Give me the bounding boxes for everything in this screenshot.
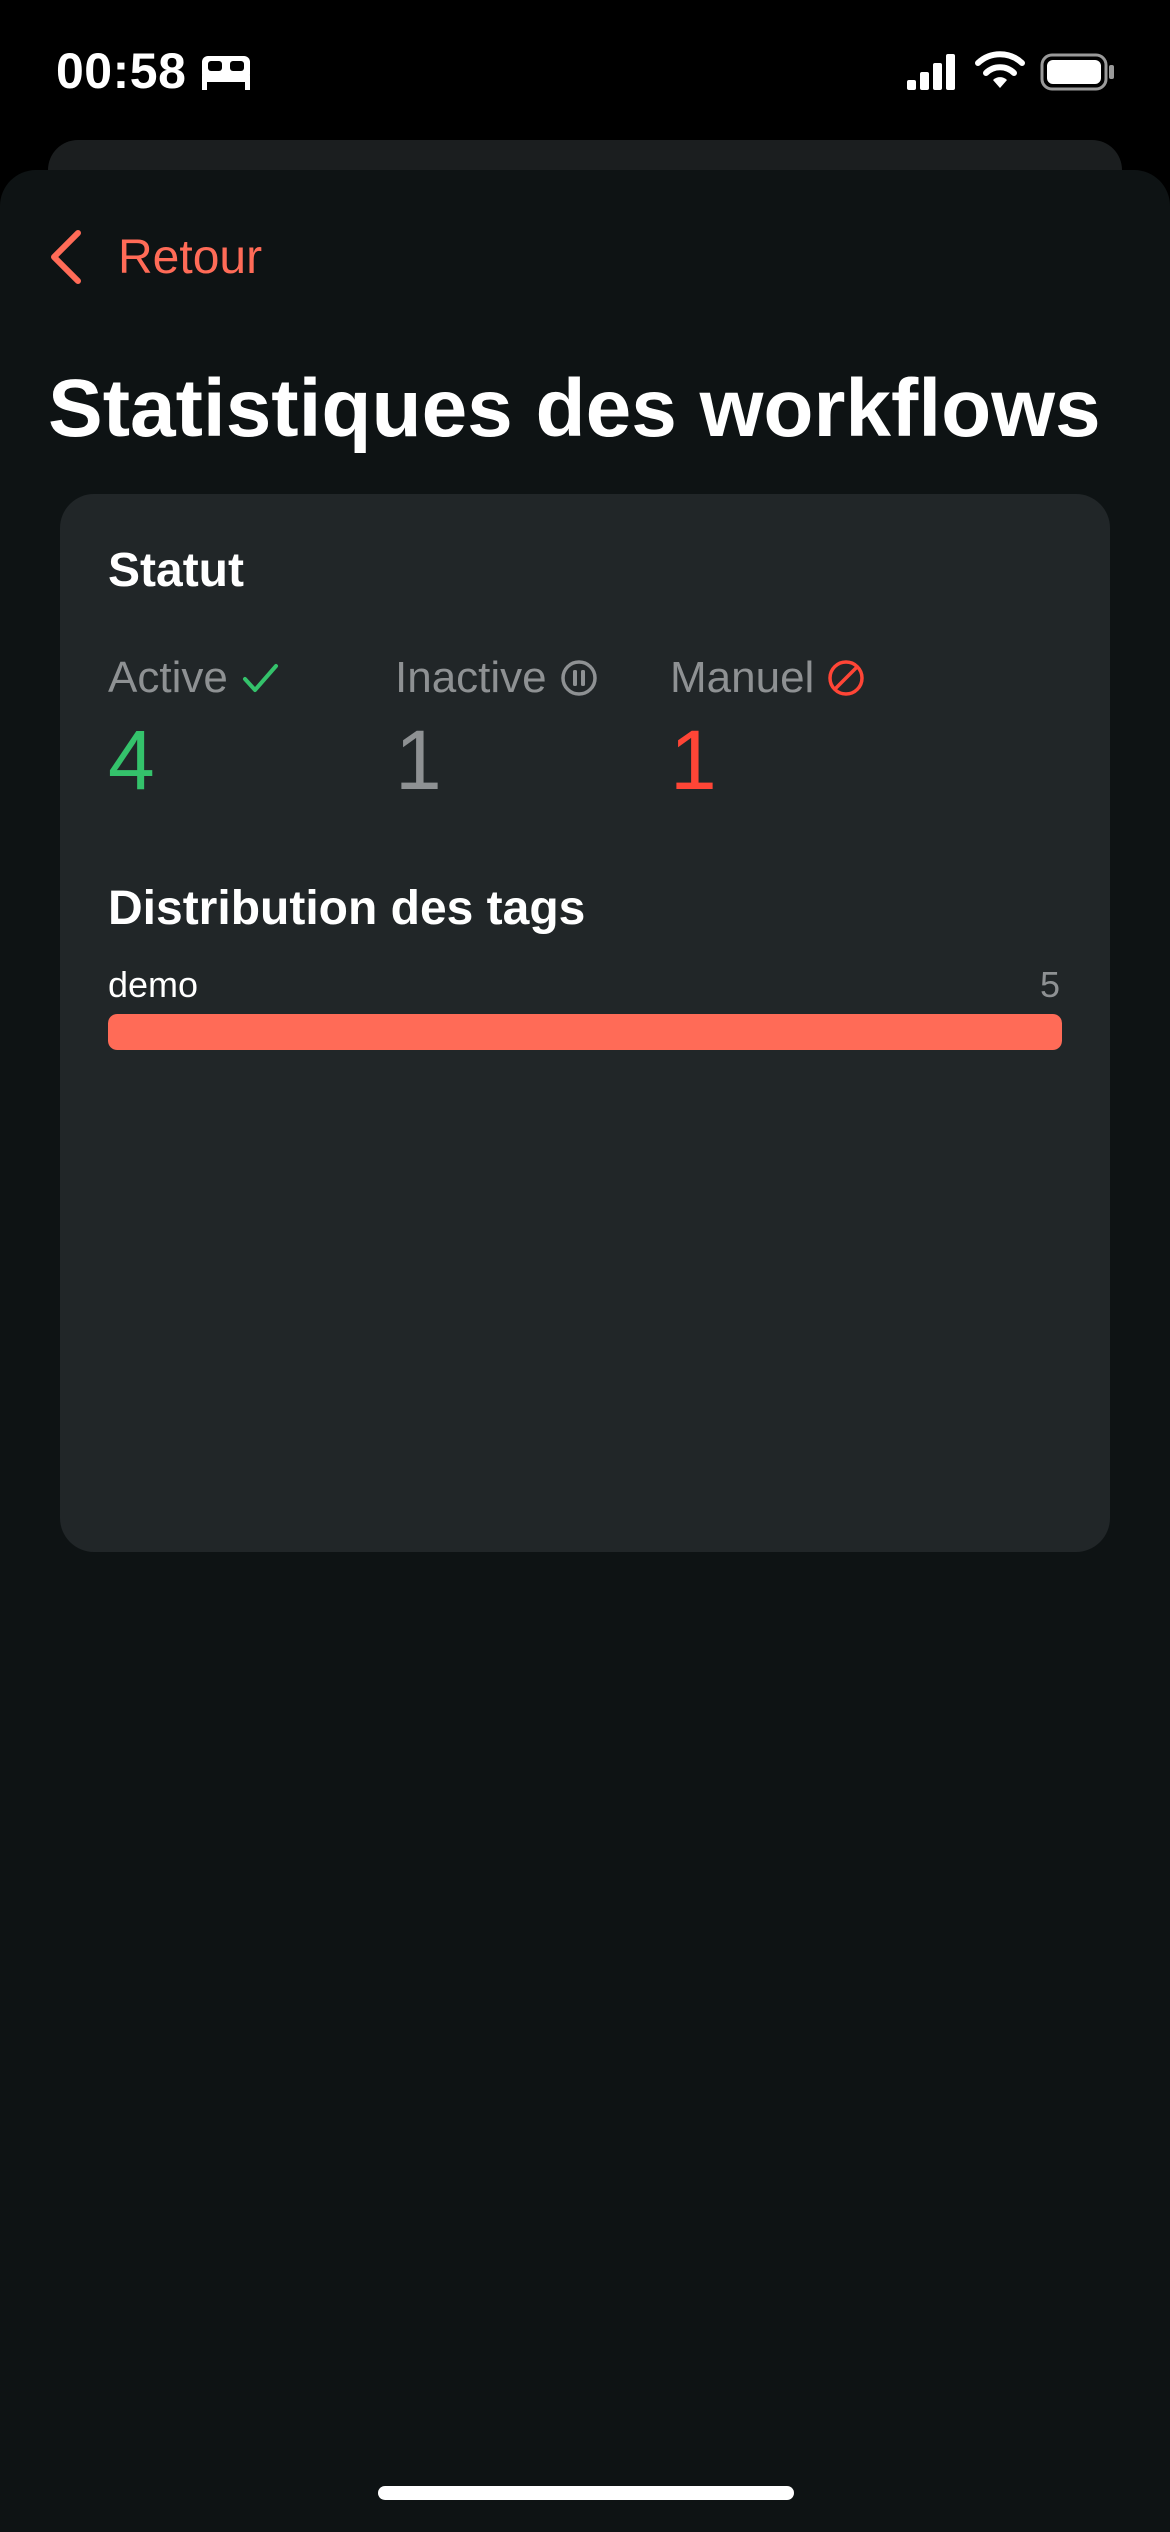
pause-circle-icon bbox=[560, 660, 597, 696]
tag-count: 5 bbox=[1039, 964, 1060, 1005]
signal-icon bbox=[907, 54, 955, 90]
prohibited-icon bbox=[828, 660, 865, 696]
stat-active-value: 4 bbox=[108, 713, 155, 807]
tag-name: demo bbox=[108, 964, 199, 1005]
tag-bar-fill bbox=[108, 1014, 1062, 1050]
home-indicator[interactable] bbox=[378, 2486, 794, 2500]
stat-manual-value: 1 bbox=[670, 713, 717, 807]
stat-inactive-value: 1 bbox=[395, 713, 442, 807]
stat-manual-label: Manuel bbox=[670, 653, 815, 702]
stat-inactive: Inactive 1 bbox=[395, 650, 599, 810]
stat-inactive-label: Inactive bbox=[395, 653, 547, 702]
battery-icon bbox=[1040, 53, 1114, 91]
stat-active-label: Active bbox=[108, 653, 228, 702]
check-icon bbox=[242, 664, 278, 692]
tag-bar-track bbox=[108, 1014, 1062, 1050]
status-section-title: Statut bbox=[108, 544, 244, 597]
status-time: 00:58 bbox=[56, 43, 187, 99]
chevron-left-icon bbox=[51, 230, 81, 284]
wifi-icon bbox=[975, 51, 1025, 88]
status-bar: 00:58 bbox=[0, 0, 1170, 140]
page-title: Statistiques des workflows bbox=[48, 363, 1101, 454]
stat-active: Active 4 bbox=[108, 650, 280, 810]
stat-manual: Manuel 1 bbox=[670, 650, 866, 810]
back-button[interactable]: Retour bbox=[46, 225, 262, 289]
bed-icon bbox=[202, 56, 250, 90]
back-label: Retour bbox=[118, 230, 263, 284]
tags-section-title: Distribution des tags bbox=[108, 882, 586, 935]
